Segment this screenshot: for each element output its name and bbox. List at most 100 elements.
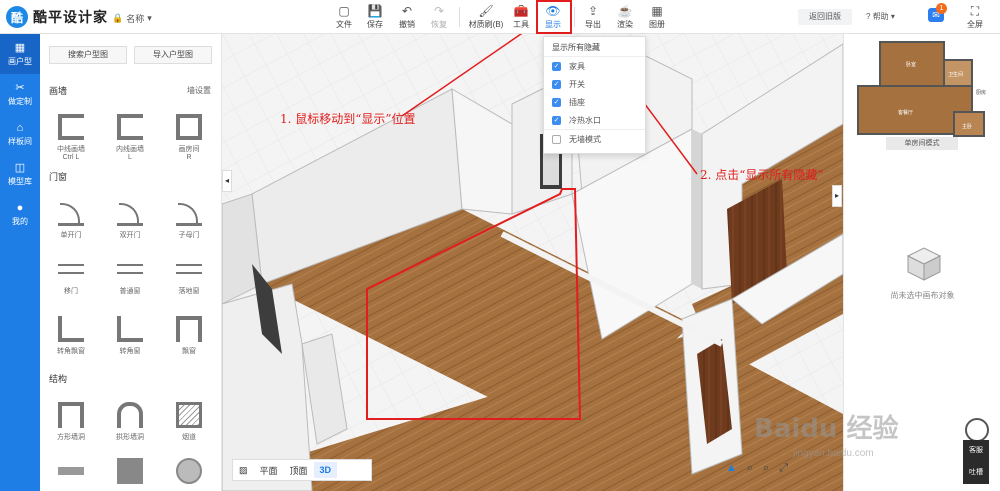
tool-flue[interactable]: 烟道 xyxy=(162,402,216,442)
tool-label: 内线画墙 xyxy=(116,146,144,153)
back-to-old-button[interactable]: 返回旧版 xyxy=(798,9,852,25)
toggle-water-outlets[interactable]: ✓ 冷热水口 xyxy=(544,111,645,129)
tool-label: 落地窗 xyxy=(178,288,200,295)
project-name[interactable]: 🔒 名称 ▾ xyxy=(112,12,152,25)
import-floorplan-button[interactable]: 导入户型图 xyxy=(134,46,212,64)
export-button[interactable]: ⇪ 导出 xyxy=(578,3,608,30)
tool-bay-window[interactable]: 飘窗 xyxy=(162,316,216,356)
annotation-step-1: 1. 鼠标移动到“显示”位置 xyxy=(280,112,416,126)
fullscreen-button[interactable]: ⛶ 全屏 xyxy=(960,3,990,30)
help-button[interactable]: ? 帮助 ▾ xyxy=(866,11,895,22)
wall-settings-link[interactable]: 墙设置 xyxy=(187,85,211,96)
checkbox-unchecked-icon xyxy=(552,134,561,144)
toggle-furniture[interactable]: ✓ 家具 xyxy=(544,57,645,75)
corner-bay-window-icon xyxy=(58,316,84,342)
collapse-left-panel-button[interactable]: ◂ xyxy=(222,170,232,192)
view-switcher: ▨ 平面 顶面 3D xyxy=(232,459,372,481)
tool-label: 子母门 xyxy=(178,232,200,239)
render-button[interactable]: ☕ 渲染 xyxy=(610,3,640,30)
room-label-master-bedroom: 主卧 xyxy=(962,123,972,130)
nav-model-library[interactable]: ◫ 模型库 xyxy=(0,154,40,194)
support-buttons: 客服 吐槽 xyxy=(963,440,989,484)
nav-sample-room[interactable]: ⌂ 样板间 xyxy=(0,114,40,154)
tool-square-pillar[interactable] xyxy=(103,458,157,488)
tool-single-door[interactable]: 单开门 xyxy=(44,200,98,240)
show-all-hidden-button[interactable]: 显示所有隐藏 xyxy=(544,37,645,57)
tool-floor-window[interactable]: 落地窗 xyxy=(162,256,216,296)
view-3d-tab[interactable]: 3D xyxy=(313,462,338,478)
customer-service-button[interactable]: 客服 xyxy=(963,440,989,462)
view-plan-tab[interactable]: 平面 xyxy=(254,464,284,477)
3d-viewport[interactable]: 1. 鼠标移动到“显示”位置 2. 点击“显示所有隐藏” xyxy=(222,34,843,491)
search-floorplan-button[interactable]: 搜索户型图 xyxy=(49,46,127,64)
hatch-icon[interactable]: ▨ xyxy=(233,465,254,476)
tool-mother-door[interactable]: 子母门 xyxy=(162,200,216,240)
toolbar-divider xyxy=(459,7,460,27)
tool-beam[interactable] xyxy=(44,458,98,488)
tools-icon: ✂ xyxy=(15,81,25,94)
floorplan-icon: ▦ xyxy=(14,41,26,54)
material-brush-label: 材质刷(B) xyxy=(468,20,504,29)
tool-round-pillar[interactable] xyxy=(162,458,216,488)
fit-view-icon[interactable]: ⤢ xyxy=(779,462,788,475)
collapse-right-panel-button[interactable]: ▸ xyxy=(832,185,842,207)
tool-centerline-wall[interactable]: 中线画墙 Ctrl L xyxy=(44,114,98,161)
toggle-sockets[interactable]: ✓ 插座 xyxy=(544,93,645,111)
mother-door-icon xyxy=(176,200,202,226)
shortcut-label: Ctrl L xyxy=(62,154,80,161)
tool-label: 普通窗 xyxy=(119,288,141,295)
lock-icon: 🔒 xyxy=(112,13,124,23)
floorplan-minimap[interactable]: 卧室 卫生间 厨房 客餐厅 主卧 xyxy=(850,38,996,152)
album-button[interactable]: ▦ 图册 xyxy=(642,3,672,30)
save-button[interactable]: 💾 保存 xyxy=(360,3,390,30)
single-room-mode-button[interactable]: 单房间模式 xyxy=(886,137,958,150)
tool-label: 中线画墙 xyxy=(57,146,85,153)
toggle-switches[interactable]: ✓ 开关 xyxy=(544,75,645,93)
nav-label: 模型库 xyxy=(8,176,32,186)
room-label-living: 客餐厅 xyxy=(898,109,913,116)
zoom-icon[interactable]: ⌕ xyxy=(747,462,753,475)
toggle-label: 冷热水口 xyxy=(569,115,601,125)
nav-custom[interactable]: ✂ 做定制 xyxy=(0,74,40,114)
tool-innerline-wall[interactable]: 内线画墙 L xyxy=(103,114,157,161)
file-button[interactable]: ▢ 文件 xyxy=(329,3,359,30)
home-icon: ⌂ xyxy=(16,121,24,134)
tool-label: 画房间 xyxy=(178,146,200,153)
bay-window-icon xyxy=(176,316,202,342)
support-widget[interactable] xyxy=(963,418,991,442)
save-label: 保存 xyxy=(367,20,383,29)
camera-mode-icon[interactable]: ▲ xyxy=(726,462,737,475)
cube-icon: ◫ xyxy=(14,161,26,174)
top-toolbar: 酷 酷平设计家 🔒 名称 ▾ ▢ 文件 💾 保存 ↶ 撤销 ↷ 恢复 🖌 材质刷… xyxy=(0,0,1000,34)
section-title-doors: 门窗 xyxy=(49,172,68,182)
toggle-no-wall-mode[interactable]: 无墙模式 xyxy=(544,130,645,148)
tool-double-door[interactable]: 双开门 xyxy=(103,200,157,240)
material-brush-button[interactable]: 🖌 材质刷(B) xyxy=(466,3,506,30)
beam-icon xyxy=(58,467,84,475)
section-title-structure: 结构 xyxy=(49,374,68,384)
tool-draw-room[interactable]: 画房间 R xyxy=(162,114,216,161)
chevron-down-icon: ▾ xyxy=(147,13,152,23)
zoom-out-icon[interactable]: ⌕ xyxy=(763,462,769,475)
app-logo[interactable]: 酷 酷平设计家 xyxy=(6,6,108,28)
nav-mine[interactable]: ● 我的 xyxy=(0,194,40,234)
tool-normal-window[interactable]: 普通窗 xyxy=(103,256,157,296)
redo-button[interactable]: ↷ 恢复 xyxy=(424,3,454,30)
tools-button[interactable]: 🧰 工具 xyxy=(506,3,536,30)
tool-corner-bay-window[interactable]: 转角飘窗 xyxy=(44,316,98,356)
nav-label: 我的 xyxy=(12,216,28,226)
annotation-step-2: 2. 点击“显示所有隐藏” xyxy=(700,168,824,182)
tool-corner-window[interactable]: 转角窗 xyxy=(103,316,157,356)
double-door-icon xyxy=(117,200,143,226)
nav-draw-floorplan[interactable]: ▦ 画户型 xyxy=(0,34,40,74)
undo-button[interactable]: ↶ 撤销 xyxy=(392,3,422,30)
tool-arch-opening[interactable]: 拱形墙洞 xyxy=(103,402,157,442)
feedback-button[interactable]: 吐槽 xyxy=(963,462,989,484)
bottom-view-tools: ▲ ⌕ ⌕ ⤢ xyxy=(726,462,788,475)
wall-icon xyxy=(117,114,143,140)
toggle-label: 无墙模式 xyxy=(569,134,601,144)
tool-square-opening[interactable]: 方形墙洞 xyxy=(44,402,98,442)
tool-sliding-door[interactable]: 移门 xyxy=(44,256,98,296)
section-title-walls: 画墙 xyxy=(49,86,68,96)
view-top-tab[interactable]: 顶面 xyxy=(284,464,314,477)
